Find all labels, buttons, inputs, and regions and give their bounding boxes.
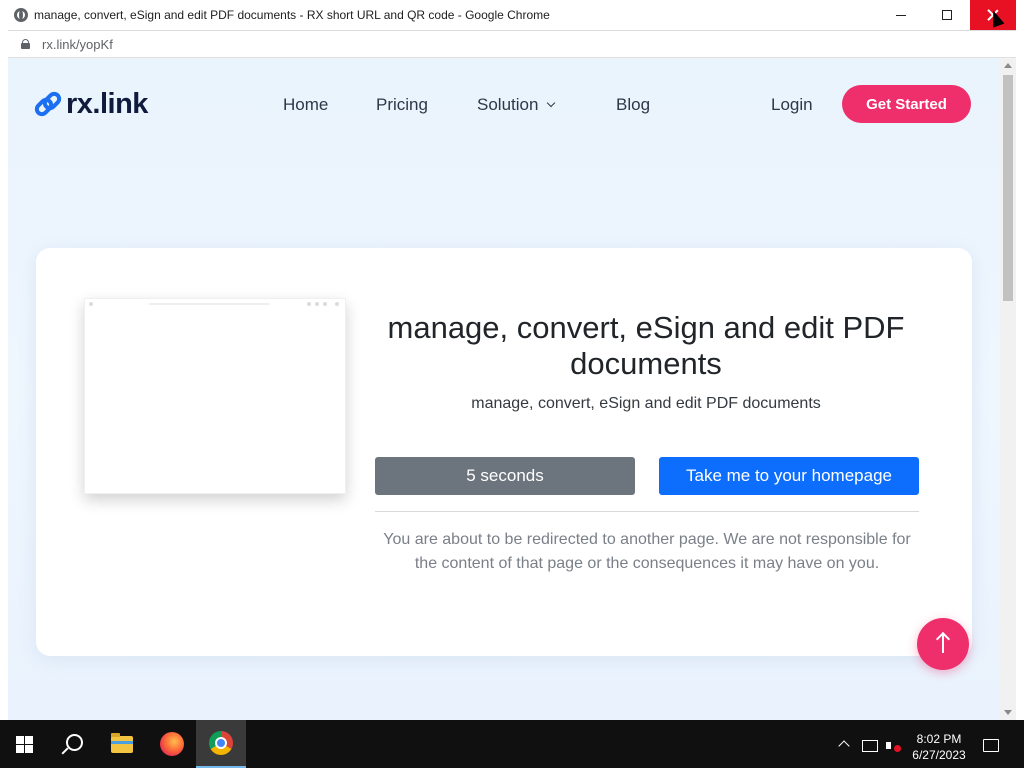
link-icon [31,88,65,119]
network-icon[interactable] [862,740,878,752]
scroll-down-arrow[interactable] [1004,710,1012,715]
nav-home[interactable]: Home [283,95,328,115]
address-bar[interactable]: rx.link/yopKf [8,31,1016,58]
scroll-to-top-button[interactable] [917,618,969,670]
volume-muted-icon[interactable] [886,739,901,753]
page-scrollbar[interactable] [1000,58,1016,720]
desktop-background [0,0,8,720]
page-preview-thumbnail [84,298,346,494]
scroll-up-arrow[interactable] [1004,63,1012,68]
divider [375,511,919,512]
clock-date: 6/27/2023 [912,748,966,762]
nav-pricing[interactable]: Pricing [376,95,428,115]
logo-text: rx.link [66,88,148,120]
maximize-button[interactable] [924,0,970,30]
nav-login[interactable]: Login [771,95,813,115]
start-button[interactable] [0,720,48,768]
windows-start-icon [15,735,33,753]
globe-icon [14,8,28,22]
window-titlebar[interactable]: manage, convert, eSign and edit PDF docu… [8,0,1016,31]
go-to-homepage-button[interactable]: Take me to your homepage [659,457,919,495]
clock-time: 8:02 PM [916,732,962,746]
taskbar-file-explorer[interactable] [98,720,146,768]
taskbar-chrome[interactable] [196,720,246,768]
chevron-down-icon [547,98,556,108]
url-text[interactable]: rx.link/yopKf [42,37,113,52]
minimize-icon [896,14,906,16]
page-subtitle: manage, convert, eSign and edit PDF docu… [471,395,821,412]
redirect-disclaimer: You are about to be redirected to anothe… [383,531,911,572]
maximize-icon [942,10,952,20]
lock-icon[interactable] [21,39,30,49]
file-explorer-icon [111,732,133,753]
taskbar-firefox[interactable] [148,720,196,768]
page-title: manage, convert, eSign and edit PDF docu… [387,310,905,381]
taskbar-clock[interactable]: 8:02 PM 6/27/2023 [908,731,970,763]
site-logo[interactable]: rx.link [31,88,148,121]
window-title: manage, convert, eSign and edit PDF docu… [34,8,550,22]
scrollbar-thumb[interactable] [1003,75,1013,301]
chrome-icon [209,731,233,755]
nav-solution-label: Solution [477,95,539,114]
redirect-card: manage, convert, eSign and edit PDF docu… [36,248,972,656]
nav-blog[interactable]: Blog [616,95,650,115]
firefox-icon [160,732,184,756]
search-icon [62,734,83,754]
countdown-button[interactable]: 5 seconds [375,457,635,495]
page-viewport: rx.link Home Pricing Solution Blog Login… [8,58,1000,720]
taskbar-search-button[interactable] [48,720,96,768]
get-started-button[interactable]: Get Started [842,85,971,123]
notifications-icon[interactable] [983,739,999,752]
minimize-button[interactable] [878,0,924,30]
nav-solution[interactable]: Solution [477,95,556,115]
